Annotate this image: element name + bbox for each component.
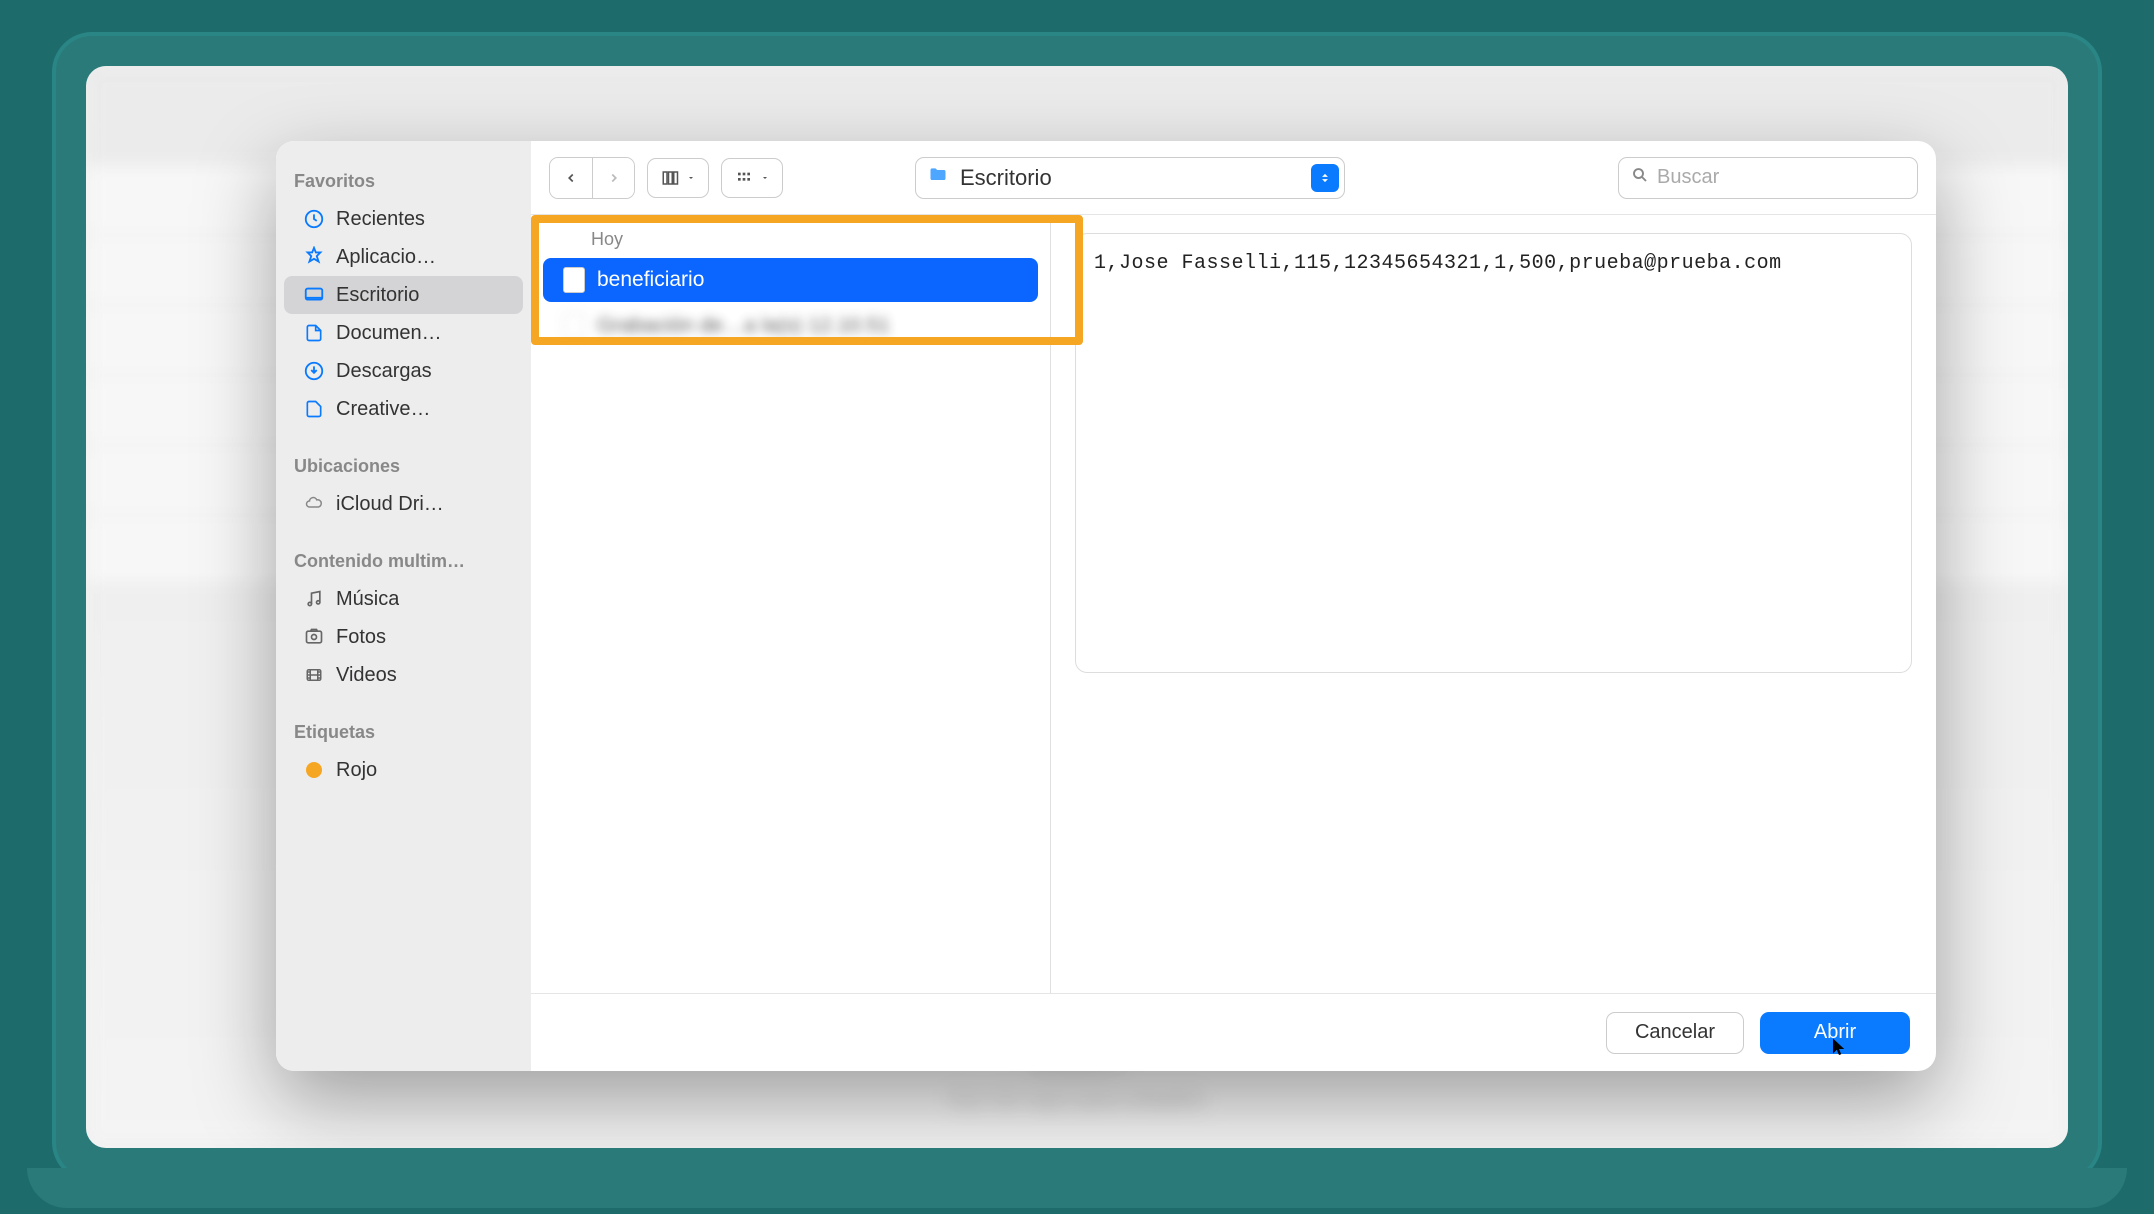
open-button[interactable]: Abrir <box>1760 1012 1910 1054</box>
sidebar-item-documentos[interactable]: Documen… <box>284 314 523 352</box>
device-base <box>27 1168 2127 1208</box>
sidebar-item-label: Fotos <box>336 626 386 649</box>
file-label: beneficiario <box>597 268 704 292</box>
app-background: Arrastra o haz clic aquí para añadirlo F… <box>86 66 2068 1148</box>
sidebar-item-fotos[interactable]: Fotos <box>284 618 523 656</box>
file-list: Hoy beneficiario Grabación de…a la(s) 12… <box>531 215 1051 993</box>
download-icon <box>302 359 326 383</box>
sidebar-item-label: Creative… <box>336 398 430 421</box>
sidebar-item-musica[interactable]: Música <box>284 580 523 618</box>
list-group-header: Hoy <box>531 223 1050 256</box>
sidebar-item-creative[interactable]: Creative… <box>284 390 523 428</box>
textfile-icon <box>563 267 585 293</box>
sidebar-item-label: Rojo <box>336 759 377 782</box>
sidebar-item-descargas[interactable]: Descargas <box>284 352 523 390</box>
sidebar-item-aplicaciones[interactable]: Aplicacio… <box>284 238 523 276</box>
music-icon <box>302 587 326 611</box>
file-open-dialog: Favoritos Recientes Aplicacio… <box>276 141 1936 1071</box>
file-item-beneficiario[interactable]: beneficiario <box>543 258 1038 302</box>
back-button[interactable] <box>550 158 592 198</box>
file-label: Grabación de…a la(s) 12.10.51 <box>597 314 890 338</box>
sidebar-item-label: Documen… <box>336 322 442 345</box>
content-area: Hoy beneficiario Grabación de…a la(s) 12… <box>531 215 1936 993</box>
cursor-icon <box>1830 1034 1848 1058</box>
sidebar-item-label: Descargas <box>336 360 432 383</box>
file-icon <box>563 313 585 339</box>
video-icon <box>302 663 326 687</box>
sidebar-item-escritorio[interactable]: Escritorio <box>284 276 523 314</box>
cloud-icon <box>302 492 326 516</box>
tag-dot-icon <box>302 758 326 782</box>
nav-buttons <box>549 157 635 199</box>
sidebar-item-videos[interactable]: Videos <box>284 656 523 694</box>
sidebar-heading-favoritos: Favoritos <box>276 161 531 200</box>
sidebar-heading-contenido: Contenido multim… <box>276 541 531 580</box>
group-button[interactable] <box>721 158 783 198</box>
app-icon <box>302 245 326 269</box>
dialog-footer: Cancelar Abrir <box>531 993 1936 1071</box>
sidebar: Favoritos Recientes Aplicacio… <box>276 141 531 1071</box>
preview-content: 1,Jose Fasselli,115,12345654321,1,500,pr… <box>1075 233 1912 673</box>
desktop-icon <box>302 283 326 307</box>
main-area: Escritorio <box>531 141 1936 1071</box>
sidebar-item-label: Recientes <box>336 208 425 231</box>
location-dropdown[interactable]: Escritorio <box>915 157 1345 199</box>
photo-icon <box>302 625 326 649</box>
search-input[interactable] <box>1657 166 1922 189</box>
preview-pane: 1,Jose Fasselli,115,12345654321,1,500,pr… <box>1051 215 1936 993</box>
search-box[interactable] <box>1618 157 1918 199</box>
sidebar-item-recientes[interactable]: Recientes <box>284 200 523 238</box>
updown-icon <box>1311 164 1339 192</box>
sidebar-item-rojo[interactable]: Rojo <box>284 751 523 789</box>
sidebar-heading-etiquetas: Etiquetas <box>276 712 531 751</box>
sidebar-item-label: Videos <box>336 664 397 687</box>
sidebar-item-label: Aplicacio… <box>336 246 436 269</box>
folder-icon <box>926 165 950 190</box>
view-mode-button[interactable] <box>647 158 709 198</box>
cancel-button[interactable]: Cancelar <box>1606 1012 1744 1054</box>
toolbar: Escritorio <box>531 141 1936 215</box>
sidebar-heading-ubicaciones: Ubicaciones <box>276 446 531 485</box>
file-item-grabacion[interactable]: Grabación de…a la(s) 12.10.51 <box>543 304 1038 348</box>
sidebar-item-label: Escritorio <box>336 284 419 307</box>
sidebar-item-label: Música <box>336 588 399 611</box>
sidebar-item-label: iCloud Dri… <box>336 493 444 516</box>
doc-icon <box>302 321 326 345</box>
device-frame: Arrastra o haz clic aquí para añadirlo F… <box>52 32 2102 1182</box>
sidebar-item-icloud[interactable]: iCloud Dri… <box>284 485 523 523</box>
clock-icon <box>302 207 326 231</box>
location-label: Escritorio <box>960 165 1301 191</box>
forward-button[interactable] <box>592 158 634 198</box>
file-icon <box>302 397 326 421</box>
search-icon <box>1631 166 1649 189</box>
